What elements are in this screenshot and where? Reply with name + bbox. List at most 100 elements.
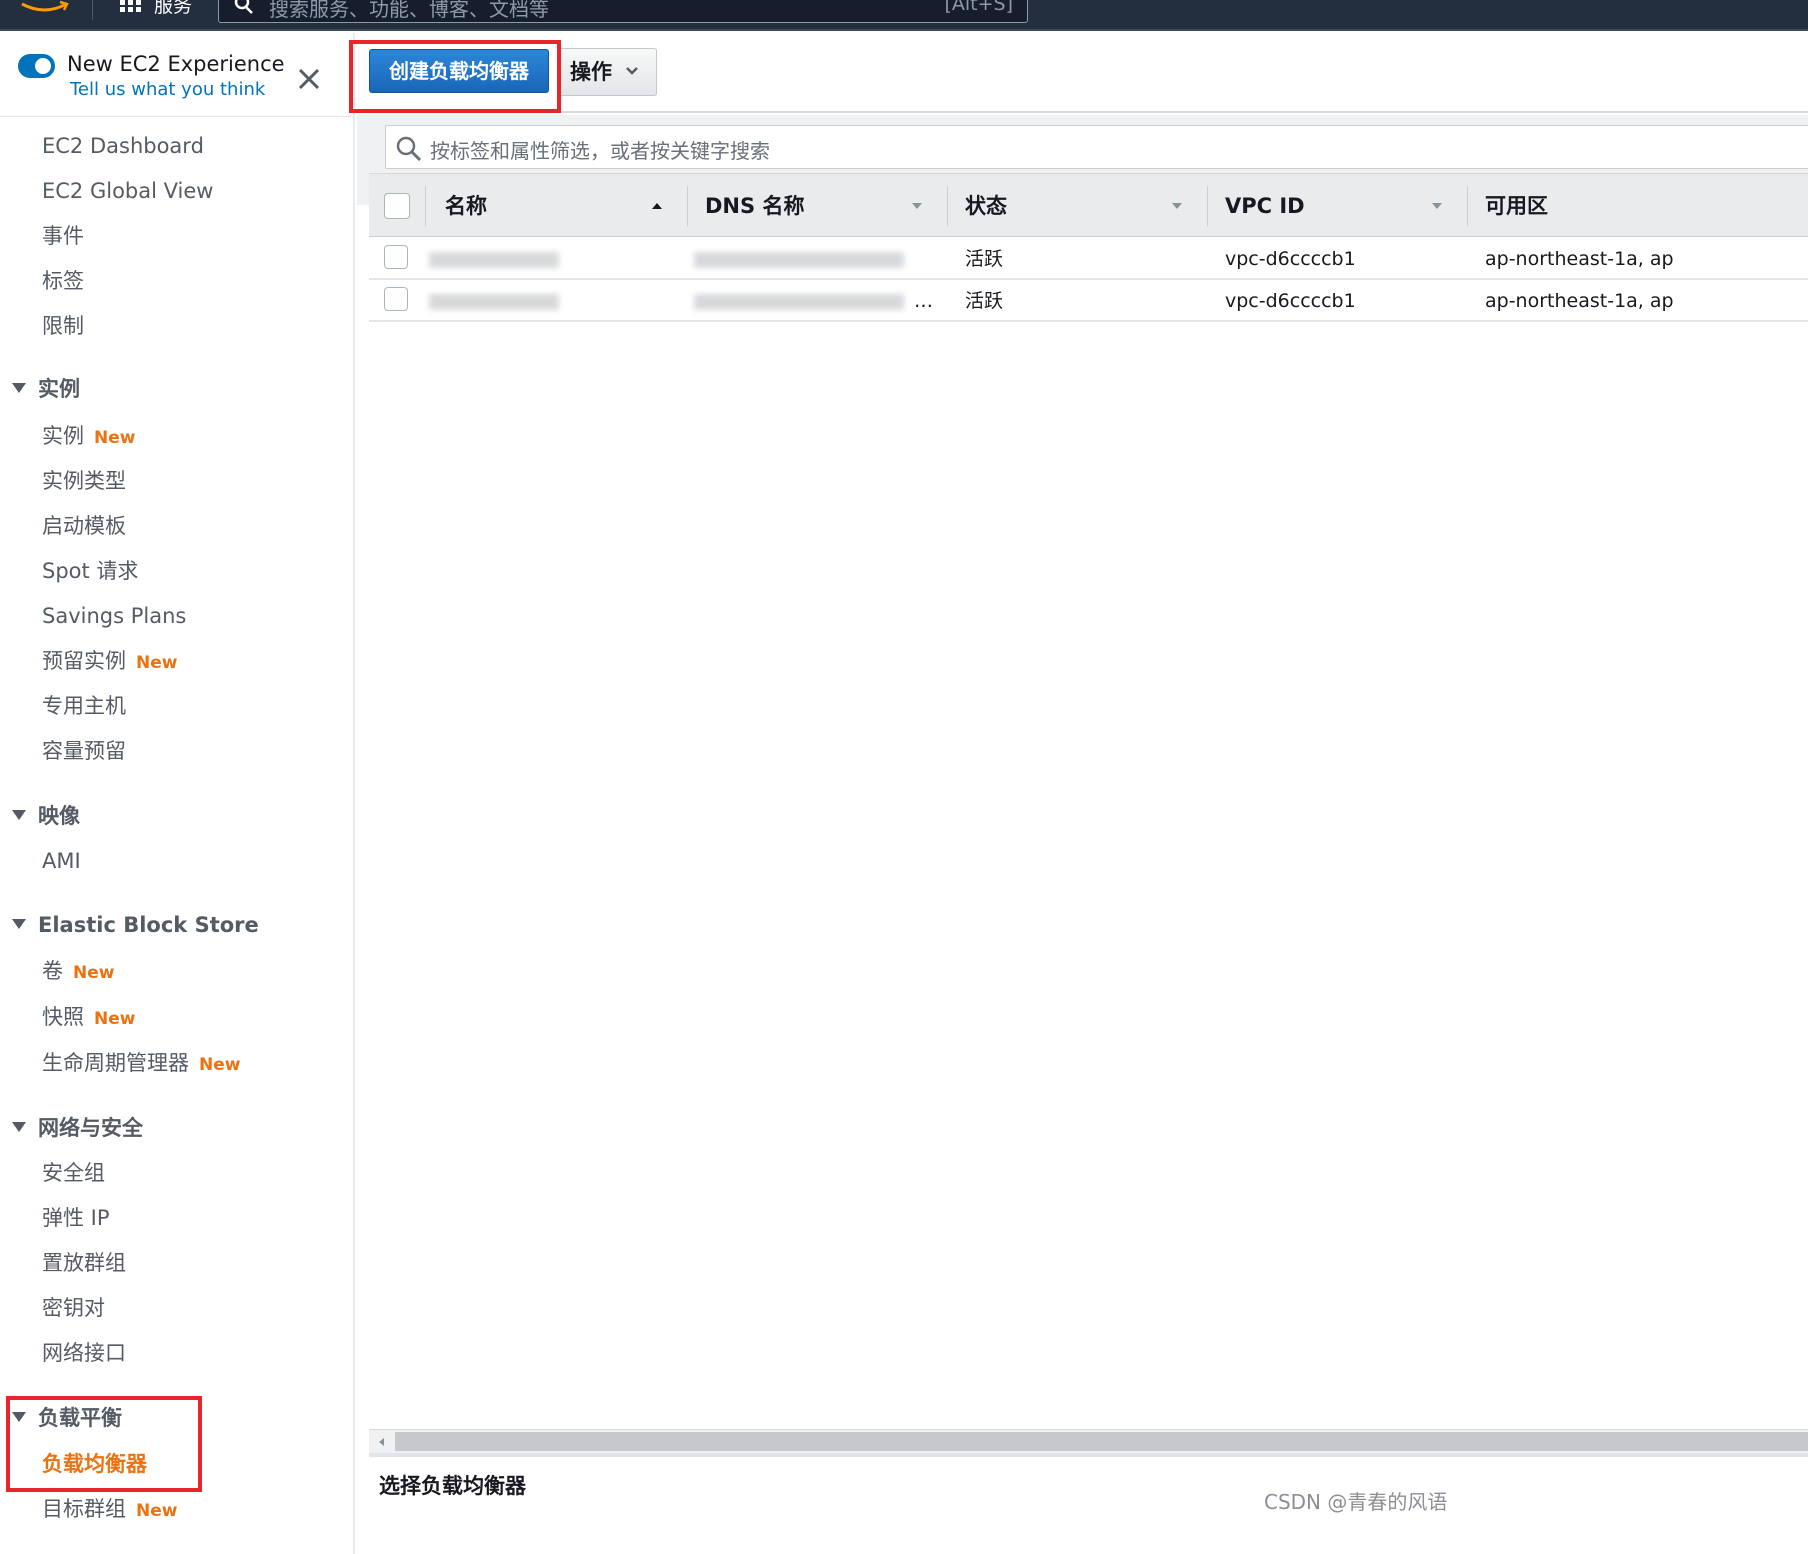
watermark: CSDN @青春的风语: [1264, 1490, 1448, 1514]
sidebar-item-label: 快照: [42, 1005, 84, 1029]
sidebar-item-ami[interactable]: AMI: [42, 848, 81, 874]
sidebar-item-target-groups[interactable]: 目标群组 New: [42, 1496, 177, 1524]
sidebar-item-ec2-dashboard[interactable]: EC2 Dashboard: [42, 133, 204, 159]
scroll-left-icon[interactable]: [377, 1437, 385, 1447]
sidebar-item-label: Savings Plans: [42, 604, 187, 628]
close-icon[interactable]: [296, 66, 322, 92]
sidebar-section-elastic-block-store[interactable]: Elastic Block Store: [12, 912, 259, 938]
cell-availability-zone: ap-northeast-1a, ap: [1485, 290, 1674, 312]
redacted-name: [429, 252, 559, 268]
cell-state: 活跃: [965, 248, 1004, 270]
sidebar-item-launch-templates[interactable]: 启动模板: [42, 513, 126, 539]
caret-down-icon: [12, 383, 26, 393]
column-header-vpc-id[interactable]: VPC ID: [1225, 174, 1305, 238]
redacted-dns: [694, 252, 904, 268]
column-separator: [947, 186, 948, 226]
sidebar-item-label: EC2 Dashboard: [42, 134, 204, 158]
sidebar-item-placement-groups[interactable]: 置放群组: [42, 1250, 126, 1276]
sidebar-section-instances[interactable]: 实例: [12, 376, 80, 402]
actions-dropdown-button[interactable]: 操作: [557, 48, 657, 96]
column-separator: [1467, 186, 1468, 226]
column-header-name[interactable]: 名称: [445, 174, 487, 238]
sort-icon[interactable]: [911, 202, 923, 210]
sort-icon[interactable]: [1431, 202, 1443, 210]
detail-panel-title: 选择负载均衡器: [379, 1474, 526, 1498]
new-badge: New: [136, 1501, 178, 1521]
search-icon: [396, 136, 422, 162]
sort-ascending-icon[interactable]: [651, 202, 663, 210]
sidebar-item-ec2-global-view[interactable]: EC2 Global View: [42, 178, 213, 204]
sidebar-item-capacity-reservations[interactable]: 容量预留: [42, 738, 126, 764]
feedback-link[interactable]: Tell us what you think: [70, 79, 265, 100]
table-row[interactable]: 活跃 vpc-d6ccccb1 ap-northeast-1a, ap: [369, 238, 1808, 280]
sidebar-item-tags[interactable]: 标签: [42, 268, 84, 294]
scrollbar-thumb[interactable]: [395, 1432, 1808, 1451]
sidebar-item-label: 安全组: [42, 1161, 105, 1185]
sort-icon[interactable]: [1171, 202, 1183, 210]
sidebar-item-network-interfaces[interactable]: 网络接口: [42, 1340, 126, 1366]
sidebar-item-label: Spot 请求: [42, 559, 139, 583]
sidebar-item-events[interactable]: 事件: [42, 223, 84, 249]
cell-dns-name: …: [914, 290, 933, 312]
select-all-checkbox[interactable]: [384, 193, 410, 219]
column-header-dns-name[interactable]: DNS 名称: [705, 174, 804, 238]
sidebar-item-label: EC2 Global View: [42, 179, 214, 203]
column-header-availability-zone[interactable]: 可用区: [1485, 174, 1548, 238]
services-menu-label[interactable]: 服务: [154, 0, 192, 18]
aws-logo-icon[interactable]: [20, 0, 70, 14]
sidebar-item-instance-types[interactable]: 实例类型: [42, 468, 126, 494]
column-separator: [1207, 186, 1208, 226]
sidebar-item-spot-requests[interactable]: Spot 请求: [42, 558, 138, 584]
sidebar-item-savings-plans[interactable]: Savings Plans: [42, 603, 186, 629]
sidebar-section-title: 映像: [38, 804, 80, 828]
column-separator: [687, 186, 688, 226]
sidebar-item-snapshots[interactable]: 快照 New: [42, 1004, 135, 1032]
search-placeholder: 搜索服务、功能、博客、文档等: [269, 0, 549, 21]
sidebar-item-label: 生命周期管理器: [42, 1051, 189, 1075]
new-badge: New: [199, 1055, 241, 1075]
column-header-state[interactable]: 状态: [965, 174, 1007, 238]
toolbar: 创建负载均衡器 操作: [349, 33, 1808, 113]
sidebar-item-reserved-instances[interactable]: 预留实例 New: [42, 648, 177, 676]
sidebar-item-label: 专用主机: [42, 694, 126, 718]
global-search-input[interactable]: 搜索服务、功能、博客、文档等 [Alt+S]: [218, 0, 1028, 23]
redacted-name: [429, 294, 559, 310]
sidebar-item-key-pairs[interactable]: 密钥对: [42, 1295, 105, 1321]
sidebar-item-label: 标签: [42, 269, 84, 293]
sidebar-item-label: 弹性 IP: [42, 1206, 110, 1230]
sidebar-item-label: 限制: [42, 314, 84, 338]
actions-label: 操作: [570, 60, 612, 84]
filter-search-input[interactable]: 按标签和属性筛选，或者按关键字搜索: [385, 125, 1808, 169]
row-checkbox[interactable]: [384, 245, 408, 269]
services-grid-icon[interactable]: [120, 0, 142, 12]
sidebar-item-label: 预留实例: [42, 649, 126, 673]
sidebar-item-label: 网络接口: [42, 1341, 126, 1365]
horizontal-scrollbar[interactable]: [369, 1429, 1808, 1453]
toggle-knob: [35, 58, 51, 74]
sidebar-item-volumes[interactable]: 卷 New: [42, 958, 114, 986]
sidebar-item-label: AMI: [42, 849, 81, 873]
caret-down-icon: [12, 1122, 26, 1132]
sidebar-item-limits[interactable]: 限制: [42, 313, 84, 339]
split-panel-handle[interactable]: [369, 1453, 1808, 1457]
search-icon: [234, 0, 253, 14]
caret-down-icon: [12, 919, 26, 929]
sidebar-item-security-groups[interactable]: 安全组: [42, 1160, 105, 1186]
table-header: 名称 DNS 名称 状态 VPC ID 可用区: [369, 173, 1808, 237]
sidebar-item-label: 卷: [42, 959, 63, 983]
top-navigation-bar: 服务 搜索服务、功能、博客、文档等 [Alt+S]: [0, 0, 1808, 31]
caret-down-icon: [12, 810, 26, 820]
sidebar-section-network-security[interactable]: 网络与安全: [12, 1115, 143, 1141]
table-row[interactable]: … 活跃 vpc-d6ccccb1 ap-northeast-1a, ap: [369, 280, 1808, 322]
new-experience-toggle[interactable]: [18, 54, 55, 78]
cell-availability-zone: ap-northeast-1a, ap: [1485, 248, 1674, 270]
sidebar-item-dedicated-hosts[interactable]: 专用主机: [42, 693, 126, 719]
row-checkbox[interactable]: [384, 287, 408, 311]
new-badge: New: [94, 428, 136, 448]
sidebar-section-title: 网络与安全: [38, 1116, 143, 1140]
sidebar-item-instances[interactable]: 实例 New: [42, 423, 135, 451]
sidebar: New EC2 Experience Tell us what you thin…: [0, 33, 355, 1554]
sidebar-item-elastic-ips[interactable]: 弹性 IP: [42, 1205, 110, 1231]
sidebar-item-lifecycle-manager[interactable]: 生命周期管理器 New: [42, 1050, 240, 1078]
sidebar-section-images[interactable]: 映像: [12, 803, 80, 829]
